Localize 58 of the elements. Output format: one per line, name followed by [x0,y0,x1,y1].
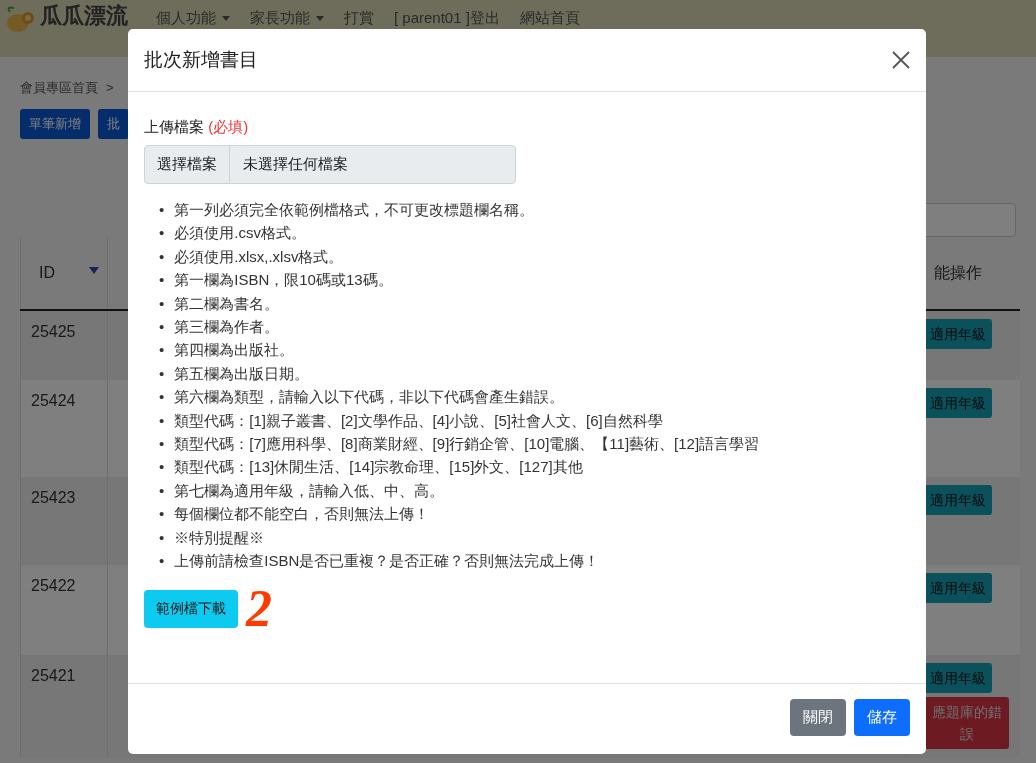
save-button[interactable]: 儲存 [854,698,910,736]
bullet-mark: • [159,317,165,338]
rule-item: 類型代碼：[7]應用科學、[8]商業財經、[9]行銷企管、[10]電腦、【11]藝術、[12]語言學習 [174,434,760,455]
site-logo-text[interactable]: 瓜瓜漂流 [40,4,128,28]
bullet-mark: • [159,223,165,244]
toolbar-button[interactable]: 批 [98,109,129,139]
rule-item: 第二欄為書名。 [174,293,280,314]
rule-item: ※特別提醒※ [174,527,265,548]
table-cell: 25424 [31,392,76,409]
nav-link[interactable]: 個人功能 [156,4,230,27]
table-cell: 25421 [31,667,76,684]
bullet-mark: • [159,246,165,267]
nav-link[interactable]: 打賞 [344,4,374,27]
bullet-mark: • [159,457,165,478]
rule-item: 第五欄為出版日期。 [174,363,310,384]
nav-link[interactable]: 網站首頁 [519,4,580,27]
table-cell: 25425 [31,323,76,340]
close-icon[interactable] [892,51,910,69]
bullet-mark: • [159,551,165,572]
bullet-mark: • [159,340,165,361]
bullet-mark: • [159,270,165,291]
rule-item: 類型代碼：[1]親子叢書、[2]文學作品、[4]小說、[5]社會人文、[6]自然科學 [174,410,663,431]
rule-item: 上傳前請檢查ISBN是否已重複？是否正確？否則無法完成上傳！ [174,551,600,572]
modal-title: 批次新增書目 [144,48,258,72]
rule-item: 類型代碼：[13]休閒生活、[14]宗教命理、[15]外文、[127]其他 [174,457,583,478]
nav-link[interactable]: [ parent01 ]登出 [394,4,500,27]
rule-item: 第六欄為類型，請輸入以下代碼，非以下代碼會產生錯誤。 [174,387,565,408]
rule-item: 第三欄為作者。 [174,317,280,338]
caret-icon [222,15,230,21]
rule-item: 第四欄為出版社。 [174,340,295,361]
caret-icon [316,15,324,21]
annotation-number: 2 [246,580,272,637]
bullet-mark: • [159,504,165,525]
table-cell: 25422 [31,577,76,594]
bullet-mark: • [159,200,165,220]
rule-item: 必須使用.xlsx,.xlsv格式。 [174,246,344,267]
sort-icon [89,267,99,274]
rule-item: 第一欄為ISBN，限10碼或13碼。 [174,270,393,291]
file-input[interactable]: 選擇檔案 未選擇任何檔案 [144,145,516,184]
nav-link[interactable]: 家長功能 [250,4,324,27]
table-cell: 25423 [31,489,76,506]
bullet-mark: • [159,387,165,408]
rule-item: 必須使用.csv格式。 [174,223,306,244]
breadcrumb-link[interactable]: 會員專區首頁 [20,79,98,97]
bullet-mark: • [159,527,165,548]
bullet-mark: • [159,293,165,314]
bullet-mark: • [159,434,165,455]
rule-item: 第一列必須完全依範例檔格式，不可更改標題欄名稱。 [174,200,535,220]
field-label: 上傳檔案 (必填) [144,118,250,137]
bullet-mark: • [159,410,165,431]
toolbar-button[interactable]: 單筆新增 [20,109,90,139]
download-sample-button[interactable]: 範例檔下載 [144,589,238,628]
bullet-mark: • [159,480,165,501]
bullet-mark: • [159,363,165,384]
rule-item: 每個欄位都不能空白，否則無法上傳！ [174,504,430,525]
rule-item: 第七欄為適用年級，請輸入低、中、高。 [174,480,445,501]
close-button[interactable]: 關閉 [790,698,846,736]
breadcrumb-separator: > [106,79,114,97]
